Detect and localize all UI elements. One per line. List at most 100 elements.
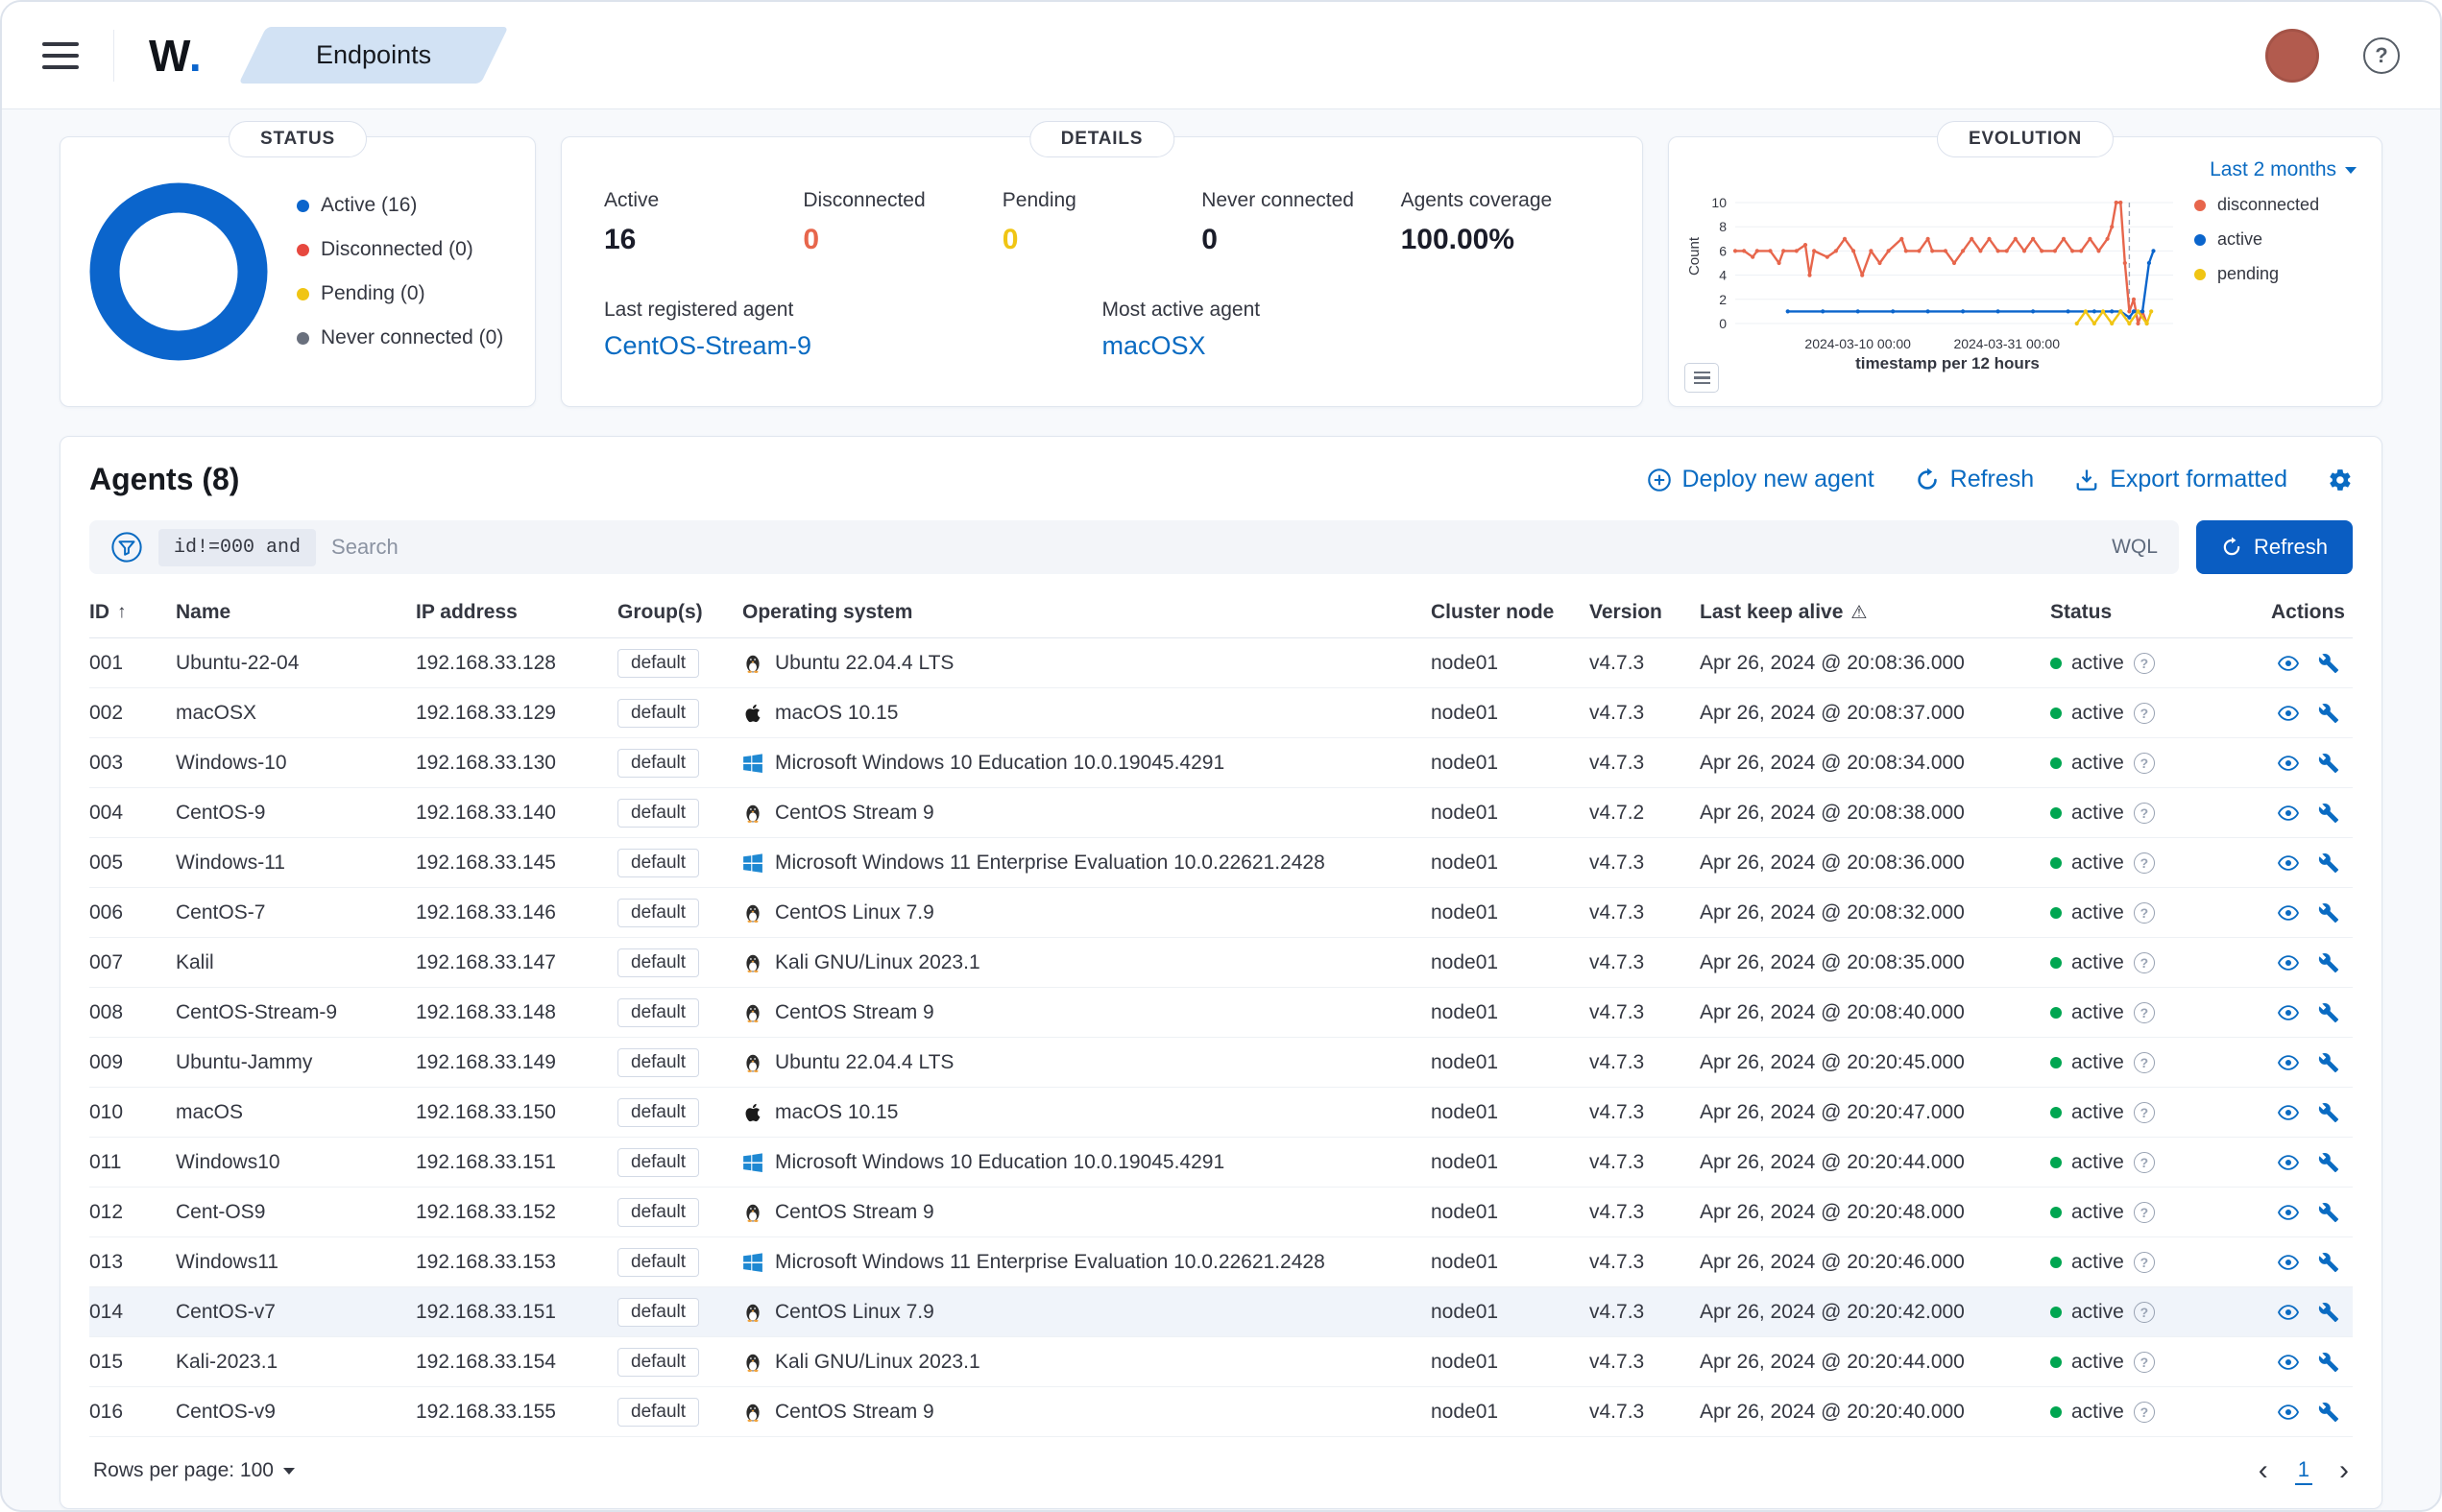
agent-config-icon[interactable] bbox=[2318, 803, 2339, 824]
status-help-icon[interactable]: ? bbox=[2134, 1402, 2155, 1423]
group-chip[interactable]: default bbox=[617, 1098, 699, 1127]
cell-name[interactable]: macOS bbox=[176, 1101, 416, 1124]
status-help-icon[interactable]: ? bbox=[2134, 753, 2155, 774]
table-row[interactable]: 016 CentOS-v9 192.168.33.155 default Cen… bbox=[89, 1387, 2353, 1437]
col-id[interactable]: ID↑ bbox=[89, 593, 176, 637]
col-version[interactable]: Version bbox=[1589, 593, 1700, 637]
view-agent-icon[interactable] bbox=[2278, 1102, 2299, 1123]
view-agent-icon[interactable] bbox=[2278, 753, 2299, 774]
group-chip[interactable]: default bbox=[617, 1398, 699, 1427]
cell-name[interactable]: Ubuntu-22-04 bbox=[176, 652, 416, 675]
group-chip[interactable]: default bbox=[617, 899, 699, 927]
agent-config-icon[interactable] bbox=[2318, 952, 2339, 973]
status-help-icon[interactable]: ? bbox=[2134, 1152, 2155, 1173]
status-help-icon[interactable]: ? bbox=[2134, 1002, 2155, 1023]
menu-button[interactable] bbox=[42, 42, 79, 69]
agent-config-icon[interactable] bbox=[2318, 1202, 2339, 1223]
status-help-icon[interactable]: ? bbox=[2134, 1302, 2155, 1323]
view-agent-icon[interactable] bbox=[2278, 703, 2299, 724]
group-chip[interactable]: default bbox=[617, 699, 699, 728]
cell-name[interactable]: Ubuntu-Jammy bbox=[176, 1051, 416, 1074]
cell-name[interactable]: CentOS-7 bbox=[176, 901, 416, 924]
table-row[interactable]: 001 Ubuntu-22-04 192.168.33.128 default … bbox=[89, 638, 2353, 688]
view-agent-icon[interactable] bbox=[2278, 1052, 2299, 1073]
agent-config-icon[interactable] bbox=[2318, 1402, 2339, 1423]
agent-config-icon[interactable] bbox=[2318, 703, 2339, 724]
status-help-icon[interactable]: ? bbox=[2134, 1352, 2155, 1373]
view-agent-icon[interactable] bbox=[2278, 852, 2299, 874]
app-logo[interactable]: W. bbox=[113, 30, 203, 82]
cell-name[interactable]: Windows-10 bbox=[176, 752, 416, 775]
view-agent-icon[interactable] bbox=[2278, 1202, 2299, 1223]
view-agent-icon[interactable] bbox=[2278, 952, 2299, 973]
evolution-legend-item[interactable]: disconnected bbox=[2194, 195, 2319, 215]
cell-name[interactable]: Windows-11 bbox=[176, 852, 416, 875]
refresh-link[interactable]: Refresh bbox=[1915, 466, 2035, 493]
filter-icon[interactable] bbox=[110, 531, 143, 564]
cell-name[interactable]: Windows10 bbox=[176, 1151, 416, 1174]
status-legend-item[interactable]: Never connected (0) bbox=[297, 326, 503, 349]
view-agent-icon[interactable] bbox=[2278, 803, 2299, 824]
view-agent-icon[interactable] bbox=[2278, 1302, 2299, 1323]
table-row[interactable]: 011 Windows10 192.168.33.151 default Mic… bbox=[89, 1138, 2353, 1188]
table-row[interactable]: 013 Windows11 192.168.33.153 default Mic… bbox=[89, 1237, 2353, 1287]
cell-name[interactable]: CentOS-v7 bbox=[176, 1301, 416, 1324]
agent-config-icon[interactable] bbox=[2318, 1352, 2339, 1373]
col-operating-system[interactable]: Operating system bbox=[742, 593, 1431, 637]
group-chip[interactable]: default bbox=[617, 1048, 699, 1077]
table-row[interactable]: 009 Ubuntu-Jammy 192.168.33.149 default … bbox=[89, 1038, 2353, 1088]
status-help-icon[interactable]: ? bbox=[2134, 1252, 2155, 1273]
status-help-icon[interactable]: ? bbox=[2134, 852, 2155, 874]
search-input[interactable] bbox=[331, 535, 2096, 560]
group-chip[interactable]: default bbox=[617, 948, 699, 977]
status-help-icon[interactable]: ? bbox=[2134, 1102, 2155, 1123]
group-chip[interactable]: default bbox=[617, 1198, 699, 1227]
table-row[interactable]: 007 Kalil 192.168.33.147 default Kali GN… bbox=[89, 938, 2353, 988]
table-settings-button[interactable] bbox=[2328, 468, 2353, 492]
group-chip[interactable]: default bbox=[617, 749, 699, 778]
view-agent-icon[interactable] bbox=[2278, 653, 2299, 674]
view-agent-icon[interactable] bbox=[2278, 1152, 2299, 1173]
cell-name[interactable]: Windows11 bbox=[176, 1251, 416, 1274]
table-row[interactable]: 015 Kali-2023.1 192.168.33.154 default K… bbox=[89, 1337, 2353, 1387]
group-chip[interactable]: default bbox=[617, 1348, 699, 1377]
cell-name[interactable]: Kali-2023.1 bbox=[176, 1351, 416, 1374]
table-row[interactable]: 008 CentOS-Stream-9 192.168.33.148 defau… bbox=[89, 988, 2353, 1038]
agent-config-icon[interactable] bbox=[2318, 1152, 2339, 1173]
cell-name[interactable]: Kalil bbox=[176, 951, 416, 974]
status-legend-item[interactable]: Active (16) bbox=[297, 194, 503, 217]
col-name[interactable]: Name bbox=[176, 593, 416, 637]
col-cluster-node[interactable]: Cluster node bbox=[1431, 593, 1589, 637]
view-agent-icon[interactable] bbox=[2278, 1002, 2299, 1023]
time-range-selector[interactable]: Last 2 months bbox=[2210, 158, 2357, 181]
view-agent-icon[interactable] bbox=[2278, 1252, 2299, 1273]
breadcrumb-endpoints[interactable]: Endpoints bbox=[238, 27, 508, 84]
agent-config-icon[interactable] bbox=[2318, 1052, 2339, 1073]
wql-label[interactable]: WQL bbox=[2112, 536, 2158, 559]
deploy-new-agent-button[interactable]: Deploy new agent bbox=[1647, 466, 1874, 493]
cell-name[interactable]: macOSX bbox=[176, 702, 416, 725]
col-groups[interactable]: Group(s) bbox=[617, 593, 742, 637]
agent-config-icon[interactable] bbox=[2318, 902, 2339, 924]
status-donut-chart[interactable] bbox=[84, 177, 274, 367]
table-row[interactable]: 006 CentOS-7 192.168.33.146 default Cent… bbox=[89, 888, 2353, 938]
evolution-legend-item[interactable]: active bbox=[2194, 229, 2319, 250]
status-help-icon[interactable]: ? bbox=[2134, 653, 2155, 674]
rows-per-page-selector[interactable]: Rows per page: 100 bbox=[93, 1459, 295, 1482]
group-chip[interactable]: default bbox=[617, 1148, 699, 1177]
status-help-icon[interactable]: ? bbox=[2134, 703, 2155, 724]
agent-config-icon[interactable] bbox=[2318, 1002, 2339, 1023]
export-formatted-button[interactable]: Export formatted bbox=[2074, 466, 2287, 493]
col-status[interactable]: Status bbox=[2050, 593, 2247, 637]
agent-config-icon[interactable] bbox=[2318, 852, 2339, 874]
table-row[interactable]: 004 CentOS-9 192.168.33.140 default Cent… bbox=[89, 788, 2353, 838]
next-page-button[interactable]: › bbox=[2339, 1456, 2349, 1485]
status-help-icon[interactable]: ? bbox=[2134, 1202, 2155, 1223]
status-legend-item[interactable]: Pending (0) bbox=[297, 282, 503, 305]
table-row[interactable]: 003 Windows-10 192.168.33.130 default Mi… bbox=[89, 738, 2353, 788]
most-active-agent-link[interactable]: macOSX bbox=[1102, 331, 1206, 361]
agent-config-icon[interactable] bbox=[2318, 1252, 2339, 1273]
cell-name[interactable]: Cent-OS9 bbox=[176, 1201, 416, 1224]
group-chip[interactable]: default bbox=[617, 799, 699, 828]
group-chip[interactable]: default bbox=[617, 998, 699, 1027]
